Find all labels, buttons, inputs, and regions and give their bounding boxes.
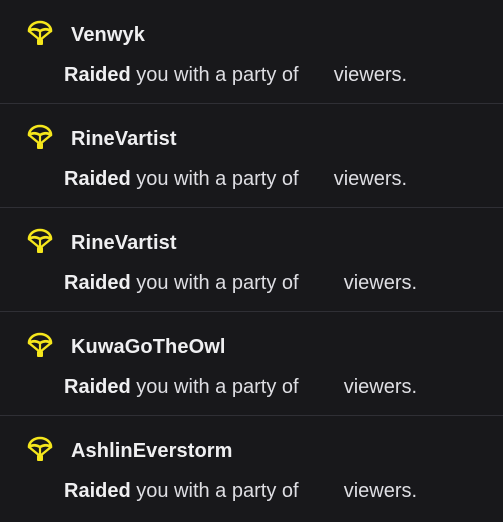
raid-verb: Raided [64,168,131,190]
raid-message-text: you with a party of [136,480,299,502]
raider-username[interactable]: Venwyk [71,24,145,47]
raid-item[interactable]: Venwyk Raided you with a party of viewer… [0,0,503,104]
raid-message-suffix: viewers. [343,480,418,502]
raider-username[interactable]: AshlinEverstorm [71,440,233,463]
raider-username[interactable]: RineVartist [71,232,177,255]
raid-parachute-icon [26,228,54,256]
raid-message: Raided you with a party of viewers. [64,376,417,399]
raid-parachute-icon [26,20,54,48]
raid-verb: Raided [64,64,131,86]
raid-message: Raided you with a party of viewers. [64,272,417,295]
raid-message: Raided you with a party of viewers. [64,64,407,87]
raid-verb: Raided [64,272,131,294]
raid-message-text: you with a party of [136,272,299,294]
raid-message: Raided you with a party of viewers. [64,168,407,191]
raider-username[interactable]: RineVartist [71,128,177,151]
raid-message-suffix: viewers. [343,376,418,398]
raid-message-text: you with a party of [136,64,299,86]
raid-item[interactable]: KuwaGoTheOwl Raided you with a party of … [0,312,503,416]
raid-message-suffix: viewers. [343,272,418,294]
raid-parachute-icon [26,124,54,152]
raider-username[interactable]: KuwaGoTheOwl [71,336,226,359]
raid-message-text: you with a party of [136,376,299,398]
raid-item[interactable]: RineVartist Raided you with a party of v… [0,104,503,208]
raid-message-suffix: viewers. [333,64,408,86]
raid-message-suffix: viewers. [333,168,408,190]
raid-verb: Raided [64,480,131,502]
raid-message-text: you with a party of [136,168,299,190]
raid-item[interactable]: RineVartist Raided you with a party of v… [0,208,503,312]
raid-message: Raided you with a party of viewers. [64,480,417,503]
raid-verb: Raided [64,376,131,398]
raid-parachute-icon [26,332,54,360]
raid-parachute-icon [26,436,54,464]
raid-item[interactable]: AshlinEverstorm Raided you with a party … [0,416,503,522]
raid-activity-feed: Venwyk Raided you with a party of viewer… [0,0,503,522]
